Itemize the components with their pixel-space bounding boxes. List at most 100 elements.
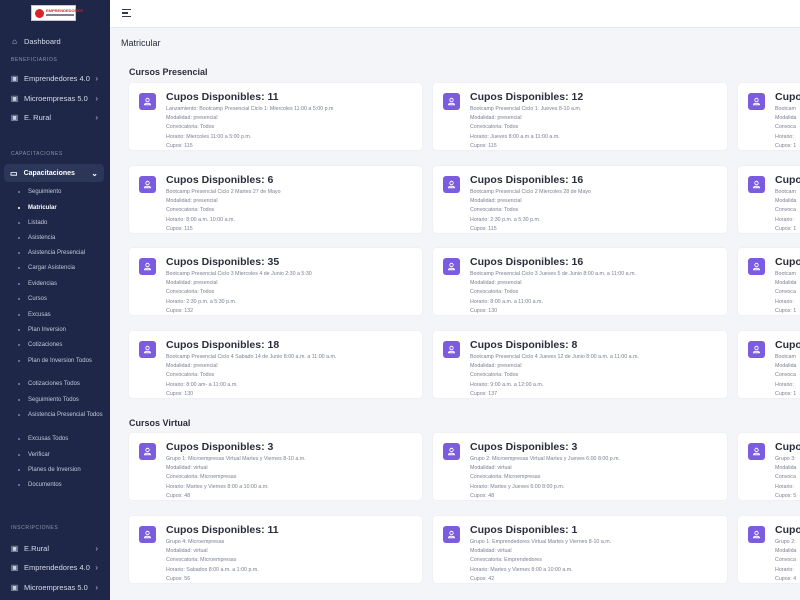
submenu-item[interactable]: Cargar Asistencia [18, 264, 106, 272]
user-icon [443, 526, 460, 543]
course-card[interactable]: Cupos Bootcam Modalida Convoca Horario: Cupos… [738, 166, 800, 233]
submenu-item[interactable]: Evidencias [18, 280, 106, 288]
card-detail-line: Cupos: 115 [166, 225, 193, 232]
submenu-item[interactable]: Asistencia Presencial [18, 249, 106, 257]
course-card[interactable]: Cupos Grupo 3: Modalida Convoca Horario: Cupo… [738, 433, 800, 500]
submenu-item[interactable]: Seguimiento Todos [18, 396, 106, 404]
card-detail-line: Bootcamp Presencial Ciclo 4 Sabado 14 de… [166, 354, 337, 360]
card-detail-line: Modalidad: presencial [470, 280, 522, 287]
course-card[interactable]: Cupos Disponibles: 35 Bootcamp Presencial… [129, 248, 422, 315]
course-card[interactable]: Cupos Disponibles: 1 Grupo 1: Emprendedor… [433, 516, 727, 583]
card-details: Grupo 2: Microempresas Virtual Martes y … [470, 455, 620, 500]
sidebar-item-erural[interactable]: ▣ E. Rural › [0, 109, 110, 125]
course-card[interactable]: Cupos Disponibles: 6 Bootcamp Presencial … [129, 166, 422, 233]
submenu-item[interactable]: Cursos [18, 295, 106, 303]
course-card[interactable]: Cupos Disponibles: 8 Bootcamp Presencial … [433, 331, 727, 398]
card-title: Cupos Disponibles: 8 [470, 339, 578, 351]
topbar [110, 0, 800, 28]
card-detail-line: Cupos: 5 [775, 492, 797, 499]
course-card[interactable]: Cupos Disponibles: 16 Bootcamp Presencial… [433, 166, 727, 233]
submenu-item[interactable]: Asistencia [18, 234, 106, 242]
card-detail-line: Modalida [775, 363, 797, 370]
course-card[interactable]: Cupos Disponibles: 3 Grupo 1: Microempres… [129, 433, 422, 500]
bullet-icon [18, 283, 20, 285]
course-card[interactable]: Cupos Bootcam Modalida Convoca Horario: Cupos… [738, 331, 800, 398]
logo[interactable]: EMPRENDEDORES [31, 5, 83, 21]
card-title: Cupos [775, 339, 800, 351]
chevron-down-icon: ⌄ [91, 168, 98, 178]
submenu-item-label: Matricular [28, 205, 57, 211]
card-detail-line: Horario: [775, 566, 794, 573]
briefcase-icon: ▣ [10, 112, 19, 122]
course-card[interactable]: Cupos Bootcam Modalida Convoca Horario: Cupos… [738, 248, 800, 315]
card-detail-line: Modalidad: virtual [470, 465, 512, 472]
card-detail-line: Convocatoria: Todos [166, 124, 215, 131]
submenu-item[interactable]: Plan Inversion [18, 326, 106, 334]
course-card[interactable]: Cupos Disponibles: 16 Bootcamp Presencial… [433, 248, 727, 315]
course-card[interactable]: Cupos Bootcam Modalida Convoca Horario: Cupos… [738, 83, 800, 150]
sidebar-item-microempresas[interactable]: ▣ Microempresas 5.0 › [0, 90, 110, 106]
submenu-item[interactable]: Seguimiento [18, 188, 106, 196]
sidebar-item-insc-erural[interactable]: ▣ E.Rural › [0, 540, 110, 556]
section-label-beneficiarios: BENEFICIARIOS [11, 57, 58, 63]
card-details: Bootcam Modalida Convoca Horario: Cupos: 1 [775, 270, 797, 315]
submenu-item[interactable]: Plan de Inversion Todos [18, 357, 106, 365]
submenu-item[interactable]: Excusas [18, 311, 106, 319]
card-detail-line: Convocatoria: Todos [166, 289, 215, 296]
card-title: Cupos Disponibles: 12 [470, 91, 584, 103]
sidebar-item-insc-microempresas[interactable]: ▣ Microempresas 5.0 › [0, 579, 110, 595]
card-detail-line: Cupos: 115 [470, 225, 497, 232]
submenu-item[interactable]: Listado [18, 219, 106, 227]
course-card[interactable]: Cupos Disponibles: 11 Grupo 4: Microempre… [129, 516, 422, 583]
card-title: Cupos Disponibles: 16 [470, 174, 584, 186]
user-icon [748, 526, 765, 543]
card-details: Grupo 1: Emprendedores Virtual Martes y … [470, 538, 611, 583]
submenu-item[interactable]: Asistencia Presencial Todos [18, 411, 106, 419]
card-detail-line: Horario: Miercoles 11:00 a 5:00 p.m. [166, 133, 252, 140]
card-detail-line: Cupos: 1 [775, 142, 797, 149]
bullet-icon [18, 314, 20, 316]
sidebar-group-capacitaciones[interactable]: ▭ Capacitaciones ⌄ [4, 164, 104, 182]
user-icon [139, 176, 156, 193]
sidebar-item-dashboard[interactable]: ⌂ Dashboard [0, 33, 110, 49]
submenu-item-label: Excusas [28, 312, 51, 318]
submenu-item-label: Documentos [28, 482, 62, 488]
card-details: Grupo 1: Microempresas Virtual Martes y … [166, 455, 306, 500]
menu-toggle-icon[interactable] [122, 9, 131, 17]
submenu-item[interactable]: Documentos [18, 481, 106, 489]
card-details: Bootcamp Presencial Ciclo 1: Jueves 8-10… [470, 105, 581, 150]
card-detail-line: Cupos: 4 [775, 575, 797, 582]
card-details: Grupo 2: Modalida Convoca Horario: Cupos: 4 [775, 538, 797, 583]
sidebar-item-insc-emprendedores[interactable]: ▣ Emprendedores 4.0 › [0, 559, 110, 575]
card-detail-line: Cupos: 130 [470, 307, 498, 314]
submenu-item[interactable]: Cotizaciones Todos [18, 380, 106, 388]
submenu-item[interactable]: Matricular [18, 204, 106, 212]
card-detail-line: Horario: [775, 216, 794, 223]
card-detail-line: Convoca [775, 207, 796, 214]
course-card[interactable]: Cupos Disponibles: 3 Grupo 2: Microempres… [433, 433, 727, 500]
card-detail-line: Convoca [775, 557, 796, 564]
submenu-item[interactable]: Planes de Inversion [18, 466, 106, 474]
sidebar-item-emprendedores[interactable]: ▣ Emprendedores 4.0 › [0, 70, 110, 86]
course-card[interactable]: Cupos Grupo 2: Modalida Convoca Horario: Cupo… [738, 516, 800, 583]
submenu-item[interactable]: Cotizaciones [18, 341, 106, 349]
card-detail-line: Horario: [775, 381, 794, 388]
card-details: Grupo 3: Modalida Convoca Horario: Cupos: 5 [775, 455, 797, 500]
card-detail-line: Cupos: 1 [775, 390, 797, 397]
card-title: Cupos Disponibles: 16 [470, 256, 584, 268]
course-card[interactable]: Cupos Disponibles: 18 Bootcamp Presencial… [129, 331, 422, 398]
card-details: Bootcamp Presencial Ciclo 3 Jueves 5 de … [470, 270, 636, 315]
user-icon [748, 93, 765, 110]
sidebar-item-label: E.Rural [24, 543, 50, 553]
card-detail-line: Horario: 2:30 p.m. a 5:30 p.m. [470, 216, 541, 223]
submenu-item[interactable]: Verificar [18, 451, 106, 459]
card-details: Bootcamp Presencial Ciclo 2 Martes 27 de… [166, 188, 281, 233]
submenu-item-label: Plan Inversion [28, 327, 67, 333]
briefcase-icon: ▣ [10, 73, 19, 83]
card-detail-line: Horario: 8:00 a.m. 10:00 a.m. [166, 216, 235, 223]
card-detail-line: Modalida [775, 280, 797, 287]
card-detail-line: Modalida [775, 198, 797, 205]
course-card[interactable]: Cupos Disponibles: 12 Bootcamp Presencial… [433, 83, 727, 150]
submenu-item[interactable]: Excusas Todos [18, 435, 106, 443]
course-card[interactable]: Cupos Disponibles: 11 Lanzamiento: Bootca… [129, 83, 422, 150]
